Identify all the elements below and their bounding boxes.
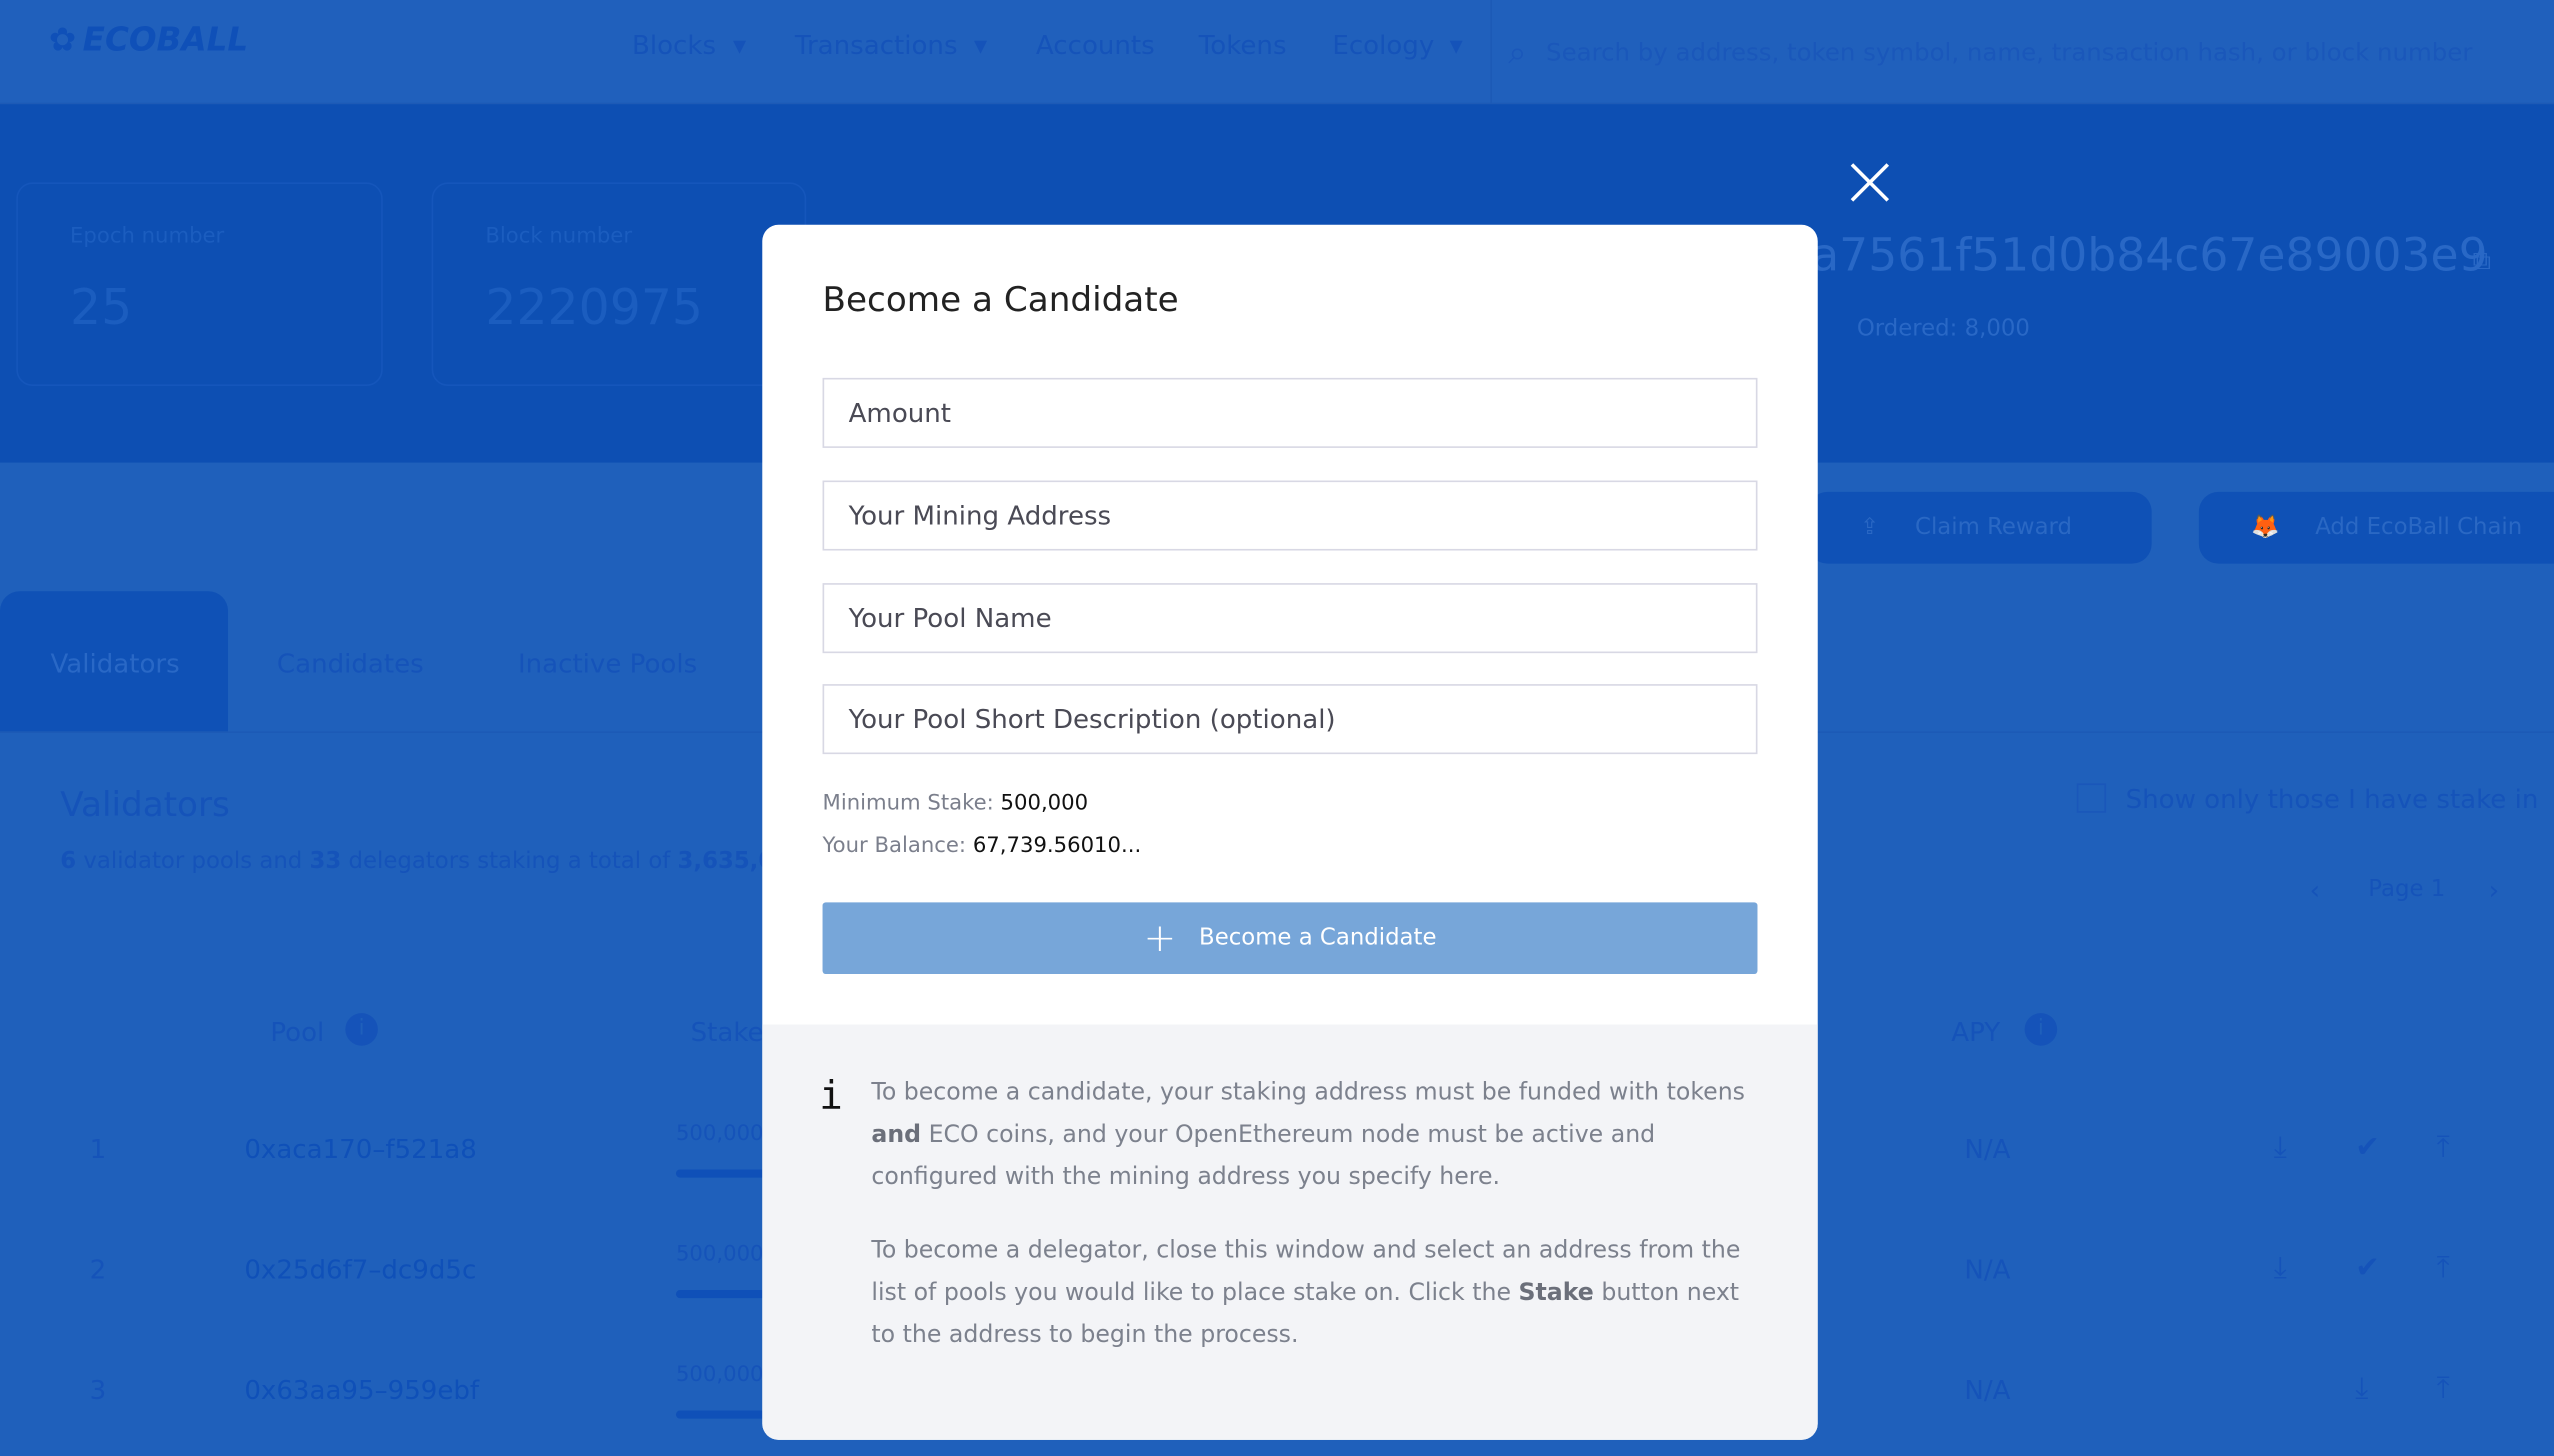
info-icon[interactable]: i [2024,1013,2058,1046]
apy-value: N/A [1964,1254,2011,1286]
apy-value: N/A [1964,1374,2011,1406]
pool-address-link[interactable]: 0xaca170–f521a8 [244,1134,477,1165]
stake-bar [675,1290,766,1299]
become-candidate-modal: Become a Candidate Amount Your Mining Ad… [762,224,1818,1440]
upload-icon: ⇪ [1860,514,1880,541]
stake-download-icon[interactable]: ⤓ [2274,1130,2287,1164]
search-input[interactable]: ⌕ Search by address, token symbol, name, … [1490,0,2554,105]
nav-ecology[interactable]: Ecology [1332,29,1434,60]
nav-accounts[interactable]: Accounts [1036,29,1155,60]
close-icon[interactable] [1847,160,1893,206]
info-icon[interactable]: i [345,1013,378,1046]
minimum-stake: Minimum Stake: 500,000 [822,791,1089,817]
col-pool: Pool [270,1016,325,1048]
claim-reward-button[interactable]: ⇪ Claim Reward [1807,491,2152,564]
pool-name-input[interactable]: Your Pool Name [822,583,1758,654]
ordered-label: Ordered: 8,000 [1856,315,2030,343]
validators-summary: 6 validator pools and 33 delegators stak… [60,848,806,875]
candidate-info-text: To become a candidate, your staking addr… [871,1079,1745,1191]
delegator-info-text: To become a delegator, close this window… [871,1237,1741,1349]
search-icon: ⌕ [1508,32,1527,72]
modal-title: Become a Candidate [822,280,1179,320]
amount-input[interactable]: Amount [822,377,1758,448]
copy-icon[interactable]: ⧉ [2473,244,2492,277]
stake-value: 500,000 [675,1363,764,1388]
upload-icon[interactable]: ⤒ [2437,1371,2450,1405]
nav-blocks[interactable]: Blocks [632,29,716,60]
page-indicator: Page 1 [2368,876,2446,903]
stake-filter-checkbox[interactable] [2076,783,2107,813]
next-page-icon[interactable]: › [2489,875,2499,906]
tab-candidates[interactable]: Candidates [277,648,424,788]
chevron-down-icon: ▾ [1449,29,1463,61]
check-icon[interactable]: ✔ [2355,1130,2380,1164]
validators-title: Validators [60,785,230,825]
chevron-down-icon: ▾ [974,29,988,61]
logo[interactable]: ✿ ECOBALL [49,20,248,59]
your-balance: Your Balance: 67,739.56010... [822,833,1142,859]
stake-download-icon[interactable]: ⤓ [2355,1371,2368,1405]
info-panel: i To become a candidate, your staking ad… [762,1024,1818,1440]
become-candidate-button[interactable]: + Become a Candidate [822,902,1758,975]
upload-icon[interactable]: ⤒ [2437,1130,2450,1164]
stake-bar [675,1169,766,1178]
stake-download-icon[interactable]: ⤓ [2274,1251,2287,1285]
stake-value: 500,000 [675,1242,764,1268]
col-apy: APY [1951,1016,2001,1048]
epoch-value: 25 [70,280,133,338]
row-index: 3 [89,1374,107,1406]
top-nav: ✿ ECOBALL Blocks ▾ Transactions ▾ Account… [0,0,2554,105]
row-index: 1 [89,1133,107,1165]
block-label: Block number [485,224,633,250]
nav-tokens[interactable]: Tokens [1199,29,1287,60]
tab-validators-label[interactable]: Validators [50,648,179,788]
mining-address-input[interactable]: Your Mining Address [822,480,1758,551]
plus-icon: + [1143,915,1177,961]
tab-inactive-pools[interactable]: Inactive Pools [518,648,697,788]
stake-value: 500,000 [675,1122,764,1147]
stake-bar [675,1410,766,1419]
info-icon: i [819,1073,843,1119]
pool-address-link[interactable]: 0x63aa95–959ebf [244,1375,479,1406]
nav-transactions[interactable]: Transactions [795,29,958,60]
pool-address-link[interactable]: 0x25d6f7–dc9d5c [244,1254,476,1285]
check-icon[interactable]: ✔ [2355,1251,2380,1285]
upload-icon[interactable]: ⤒ [2437,1251,2450,1285]
chevron-down-icon: ▾ [732,29,747,61]
col-stake: Stake [690,1016,764,1048]
row-index: 2 [89,1254,107,1286]
fox-icon: 🦊 [2251,514,2280,541]
pool-description-input[interactable]: Your Pool Short Description (optional) [822,684,1758,755]
address-value: a7561f51d0b84c67e89003e9 [1811,228,2488,282]
logo-icon: ✿ [48,19,77,59]
epoch-label: Epoch number [70,224,225,250]
apy-value: N/A [1964,1133,2011,1165]
block-value: 2220975 [485,280,704,338]
stake-filter-label: Show only those I have stake in [2125,783,2539,815]
prev-page-icon[interactable]: ‹ [2310,875,2320,906]
add-chain-button[interactable]: 🦊 Add EcoBall Chain [2198,491,2554,564]
